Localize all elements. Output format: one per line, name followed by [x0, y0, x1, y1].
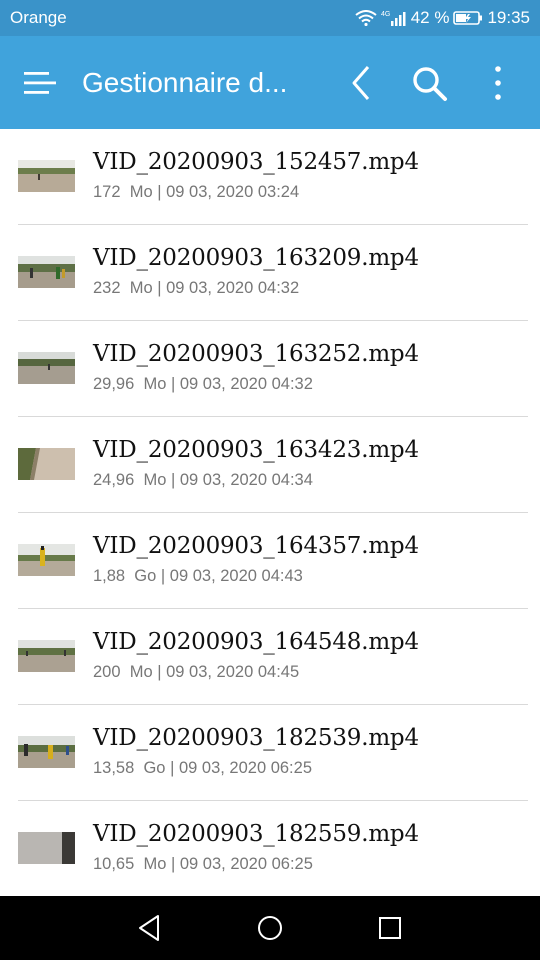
carrier-name: Orange	[10, 8, 67, 27]
file-row[interactable]: VID_20200903_152457.mp4 172 Mo | 09 03, …	[0, 129, 540, 225]
nav-back-icon	[134, 915, 166, 948]
size-unit: Go	[134, 567, 157, 585]
file-date: 09 03, 2020 04:32	[166, 279, 300, 297]
back-button[interactable]	[346, 64, 376, 102]
file-row[interactable]: VID_20200903_163209.mp4 232 Mo | 09 03, …	[0, 225, 540, 321]
video-thumbnail	[18, 832, 75, 864]
size-unit: Mo	[129, 183, 153, 201]
file-row[interactable]: VID_20200903_182559.mp4 10,65 Mo | 09 03…	[0, 801, 540, 896]
file-row[interactable]: VID_20200903_163252.mp4 29,96 Mo | 09 03…	[0, 321, 540, 417]
nav-home-button[interactable]	[254, 912, 286, 944]
file-name: VID_20200903_163209.mp4	[93, 245, 419, 271]
app-title: Gestionnaire d...	[82, 67, 288, 98]
file-name: VID_20200903_163252.mp4	[93, 341, 419, 367]
file-list: VID_20200903_152457.mp4 172 Mo | 09 03, …	[0, 129, 540, 896]
video-thumbnail	[18, 160, 75, 192]
file-date: 09 03, 2020 03:24	[166, 183, 300, 201]
file-row[interactable]: VID_20200903_163423.mp4 24,96 Mo | 09 03…	[0, 417, 540, 513]
nav-recents-icon	[374, 917, 406, 948]
file-name: VID_20200903_164548.mp4	[93, 629, 419, 655]
file-meta: 200 Mo | 09 03, 2020 04:45	[93, 663, 300, 681]
video-thumbnail	[18, 544, 75, 576]
file-date: 09 03, 2020 06:25	[179, 855, 313, 873]
file-size: 172	[93, 183, 121, 201]
status-icons: 4G 42 % 19:35	[355, 8, 530, 28]
back-icon	[346, 66, 376, 106]
video-thumbnail	[18, 448, 75, 480]
app-bar: Gestionnaire d...	[0, 36, 540, 129]
file-meta: 29,96 Mo | 09 03, 2020 04:32	[93, 375, 313, 393]
file-size: 24,96	[93, 471, 135, 489]
file-meta: 1,88 Go | 09 03, 2020 04:43	[93, 567, 303, 585]
more-vertical-icon	[486, 66, 510, 108]
nav-back-button[interactable]	[134, 912, 166, 944]
battery-percent: 42 %	[410, 8, 450, 27]
file-size: 29,96	[93, 375, 135, 393]
file-meta: 13,58 Go | 09 03, 2020 06:25	[93, 759, 312, 777]
size-unit: Mo	[129, 663, 153, 681]
file-row[interactable]: VID_20200903_164357.mp4 1,88 Go | 09 03,…	[0, 513, 540, 609]
nav-recents-button[interactable]	[374, 912, 406, 944]
file-meta: 10,65 Mo | 09 03, 2020 06:25	[93, 855, 313, 873]
file-row[interactable]: VID_20200903_164548.mp4 200 Mo | 09 03, …	[0, 609, 540, 705]
file-meta: 232 Mo | 09 03, 2020 04:32	[93, 279, 300, 297]
file-size: 200	[93, 663, 121, 681]
network-type: 4G	[381, 11, 390, 18]
nav-home-icon	[254, 916, 286, 948]
file-date: 09 03, 2020 04:34	[179, 471, 313, 489]
file-size: 13,58	[93, 759, 135, 777]
size-unit: Mo	[129, 279, 153, 297]
file-date: 09 03, 2020 04:32	[179, 375, 313, 393]
search-icon	[410, 67, 450, 108]
file-meta: 172 Mo | 09 03, 2020 03:24	[93, 183, 300, 201]
file-name: VID_20200903_163423.mp4	[93, 437, 419, 463]
size-unit: Mo	[143, 471, 167, 489]
file-date: 09 03, 2020 06:25	[178, 759, 312, 777]
navigation-bar	[0, 896, 540, 960]
file-size: 10,65	[93, 855, 135, 873]
file-name: VID_20200903_152457.mp4	[93, 149, 419, 175]
file-date: 09 03, 2020 04:43	[169, 567, 303, 585]
size-unit: Mo	[143, 375, 167, 393]
size-unit: Go	[143, 759, 166, 777]
video-thumbnail	[18, 256, 75, 288]
file-row[interactable]: VID_20200903_182539.mp4 13,58 Go | 09 03…	[0, 705, 540, 801]
menu-icon	[24, 72, 58, 101]
signal-icon: 4G	[381, 9, 407, 27]
file-meta: 24,96 Mo | 09 03, 2020 04:34	[93, 471, 313, 489]
status-bar: Orange 4G 42 % 19:35	[0, 0, 540, 36]
size-unit: Mo	[143, 855, 167, 873]
file-name: VID_20200903_164357.mp4	[93, 533, 419, 559]
video-thumbnail	[18, 352, 75, 384]
file-name: VID_20200903_182539.mp4	[93, 725, 419, 751]
file-name: VID_20200903_182559.mp4	[93, 821, 419, 847]
video-thumbnail	[18, 736, 75, 768]
menu-button[interactable]	[24, 69, 58, 97]
wifi-icon	[355, 10, 377, 26]
video-thumbnail	[18, 640, 75, 672]
file-size: 232	[93, 279, 121, 297]
battery-icon	[453, 10, 483, 26]
clock: 19:35	[487, 8, 530, 27]
more-options-button[interactable]	[486, 64, 510, 104]
file-date: 09 03, 2020 04:45	[166, 663, 300, 681]
file-size: 1,88	[93, 567, 126, 585]
search-button[interactable]	[410, 64, 450, 104]
